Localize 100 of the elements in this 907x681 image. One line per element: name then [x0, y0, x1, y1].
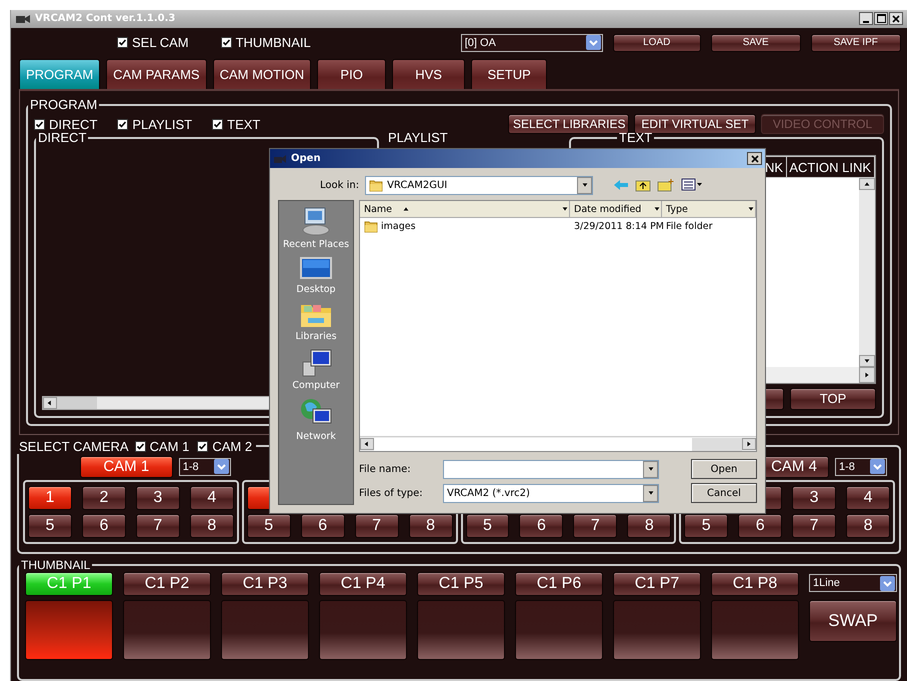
preset-button[interactable]: 2 — [82, 486, 126, 510]
tab[interactable]: CAM PARAMS — [106, 59, 207, 90]
preset-button[interactable]: 7 — [792, 514, 836, 538]
range-dropdown[interactable]: 1-8 — [178, 458, 231, 476]
thumbnail-tile[interactable] — [221, 600, 309, 660]
preset-button[interactable]: 4 — [846, 486, 890, 510]
thumbnail-tile[interactable] — [711, 600, 799, 660]
preset-button[interactable]: 7 — [136, 514, 180, 538]
preset-button[interactable]: 6 — [82, 514, 126, 538]
preset-button[interactable]: C1 P3 — [221, 572, 309, 596]
thumbnail-tile[interactable] — [417, 600, 505, 660]
preset-button[interactable]: 5 — [28, 514, 72, 538]
group-title: PROGRAM — [29, 97, 98, 112]
column-header[interactable]: Name — [360, 201, 570, 217]
maximize-button[interactable] — [874, 12, 888, 26]
file-type-dropdown[interactable]: VRCAM2 (*.vrc2) — [443, 484, 659, 502]
thumbnail-tile[interactable] — [319, 600, 407, 660]
tab[interactable]: HVS — [392, 59, 466, 90]
place-link[interactable]: Recent Places — [282, 239, 350, 250]
preset-button[interactable]: 4 — [190, 486, 234, 510]
preset-button[interactable]: 5 — [684, 514, 728, 538]
caret-down-icon — [747, 205, 755, 213]
preset-button[interactable]: 7 — [354, 514, 399, 538]
top-button[interactable]: TOP — [790, 388, 876, 410]
toolbar-button[interactable]: LOAD — [612, 34, 701, 52]
thumbnail-tile[interactable] — [25, 600, 113, 660]
up-folder-icon[interactable] — [635, 178, 652, 192]
preset-button[interactable]: 8 — [627, 514, 672, 538]
scroll-left-icon — [46, 398, 54, 407]
cancel-button[interactable]: Cancel — [691, 483, 757, 503]
group-title: PLAYLIST — [387, 130, 449, 146]
new-folder-icon[interactable] — [657, 178, 676, 192]
preset-button[interactable]: 6 — [300, 514, 345, 538]
place-link[interactable]: Libraries — [295, 331, 337, 342]
preset-button[interactable]: 6 — [519, 514, 564, 538]
preset-button[interactable]: 1 — [28, 486, 72, 510]
column-header[interactable]: Date modified — [570, 201, 662, 217]
preset-button[interactable]: C1 P6 — [515, 572, 603, 596]
file-name-field[interactable] — [443, 460, 659, 478]
place-link[interactable]: Network — [296, 431, 336, 442]
caret-down-icon — [580, 181, 589, 189]
tab[interactable]: CAM MOTION — [212, 59, 312, 90]
horizontal-scrollbar[interactable] — [360, 436, 756, 451]
thumbnail-tile[interactable] — [613, 600, 701, 660]
group-title: SELECT CAMERA — [19, 438, 129, 454]
close-button[interactable] — [747, 152, 762, 165]
toolbar-button[interactable]: EDIT VIRTUAL SET — [634, 114, 756, 134]
view-menu-icon[interactable] — [681, 178, 704, 192]
thumbnail-tile[interactable] — [515, 600, 603, 660]
folder-icon — [369, 178, 384, 192]
preset-button[interactable]: 6 — [738, 514, 782, 538]
range-dropdown[interactable]: 1-8 — [835, 458, 887, 476]
preset-button[interactable]: 3 — [792, 486, 836, 510]
look-in-dropdown[interactable]: VRCAM2GUI — [365, 176, 594, 194]
checkbox[interactable] — [212, 118, 224, 130]
open-button[interactable]: Open — [691, 459, 757, 479]
checkbox[interactable] — [34, 118, 45, 130]
close-icon — [892, 14, 900, 23]
caret-down-icon — [653, 205, 661, 213]
preset-dropdown[interactable]: [0] OA — [460, 34, 603, 52]
checkbox[interactable] — [117, 118, 128, 130]
camera-icon — [273, 152, 287, 164]
close-icon — [750, 154, 758, 162]
vertical-scrollbar[interactable] — [859, 178, 875, 367]
preset-button[interactable]: 8 — [846, 514, 890, 538]
tab[interactable]: SETUP — [471, 59, 548, 90]
toolbar-button[interactable]: SAVE IPF — [810, 34, 901, 52]
swap-button[interactable]: SWAP — [809, 600, 897, 642]
preset-button[interactable]: 5 — [246, 514, 291, 538]
folder-icon — [364, 220, 378, 232]
checkbox[interactable] — [134, 440, 146, 452]
layout-dropdown[interactable]: 1Line — [809, 574, 897, 592]
preset-button[interactable]: C1 P7 — [613, 572, 701, 596]
scroll-thumb[interactable] — [57, 396, 97, 409]
preset-button[interactable]: C1 P2 — [123, 572, 211, 596]
preset-button[interactable]: 8 — [408, 514, 452, 538]
column-header[interactable]: Type — [662, 201, 756, 217]
preset-button[interactable]: 5 — [466, 514, 510, 538]
place-link[interactable]: Desktop — [296, 284, 336, 295]
date-cell-text: 3/29/2011 8:14 PM — [573, 220, 662, 232]
checkbox[interactable] — [117, 37, 128, 48]
file-name-label: File name: — [359, 464, 412, 474]
checkbox[interactable] — [220, 37, 232, 48]
preset-button[interactable]: 3 — [136, 486, 180, 510]
toolbar-button[interactable]: SELECT LIBRARIES — [508, 114, 629, 134]
preset-button[interactable]: C1 P5 — [417, 572, 505, 596]
preset-button[interactable]: C1 P8 — [711, 572, 799, 596]
caret-down-icon — [646, 465, 654, 473]
place-link[interactable]: Computer — [292, 380, 340, 391]
checkbox[interactable] — [197, 440, 208, 452]
preset-button[interactable]: C1 P4 — [319, 572, 407, 596]
thumbnail-tile[interactable] — [123, 600, 211, 660]
tab[interactable]: PIO — [317, 59, 386, 90]
minimize-button[interactable] — [859, 12, 873, 26]
preset-button[interactable]: 8 — [190, 514, 234, 538]
toolbar-button[interactable]: SAVE — [710, 34, 801, 52]
preset-button[interactable]: 7 — [573, 514, 618, 538]
camera-button[interactable]: CAM 1 — [80, 456, 173, 478]
file-name-cell[interactable]: images — [360, 220, 570, 232]
close-button[interactable] — [889, 12, 903, 26]
